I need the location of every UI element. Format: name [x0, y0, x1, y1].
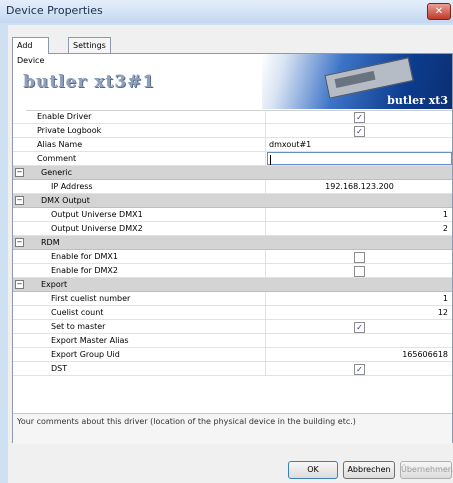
property-row-output-universe-dmx1[interactable]: Output Universe DMX1 1	[13, 208, 452, 222]
property-name: DST	[27, 362, 266, 375]
property-name: Output Universe DMX2	[27, 222, 266, 235]
text-cursor	[270, 154, 271, 165]
tab-settings[interactable]: Settings	[68, 37, 111, 53]
row-gutter	[13, 152, 26, 165]
property-name: IP Address	[27, 180, 266, 193]
row-gutter	[13, 138, 26, 151]
category-dmx-output[interactable]: − DMX Output	[13, 194, 452, 208]
button-bar: OK Abbrechen Übernehmen	[8, 461, 453, 481]
ok-button[interactable]: OK	[288, 461, 338, 479]
comment-input[interactable]	[267, 152, 452, 165]
property-name: Alias Name	[27, 138, 266, 151]
property-value[interactable]: 1	[267, 292, 452, 305]
row-gutter	[13, 110, 26, 123]
property-value[interactable]: 192.168.123.200	[267, 180, 452, 193]
row-gutter	[13, 222, 26, 235]
checkbox-unchecked-icon[interactable]	[354, 265, 365, 277]
close-icon[interactable]: ✕	[427, 3, 451, 20]
property-name: Cuelist count	[27, 306, 266, 319]
property-name: Comment	[27, 152, 266, 165]
property-name: Export Master Alias	[27, 334, 266, 347]
property-grid: Enable Driver ✓ Private Logbook ✓ Alias Name…	[13, 110, 452, 376]
device-name: butler xt3#1	[23, 72, 156, 92]
category-label: Export	[41, 280, 68, 289]
property-row-cuelist-count[interactable]: Cuelist count 12	[13, 306, 452, 320]
property-row-export-group-uid[interactable]: Export Group Uid 165606618	[13, 348, 452, 362]
checkbox-checked-icon[interactable]: ✓	[354, 111, 365, 123]
category-rdm[interactable]: − RDM	[13, 236, 452, 250]
dialog-client-area: Add Device Settings butler xt3#1 butler …	[8, 25, 453, 483]
property-row-export-master-alias[interactable]: Export Master Alias	[13, 334, 452, 348]
row-gutter	[13, 208, 26, 221]
property-row-dst[interactable]: DST ✓	[13, 362, 452, 376]
category-label: DMX Output	[41, 196, 90, 205]
device-properties-window: Device Properties ✕ Add Device Settings …	[0, 0, 453, 483]
row-gutter	[13, 348, 26, 361]
property-checkbox[interactable]: ✓	[267, 124, 452, 137]
category-label: Generic	[41, 168, 73, 177]
property-panel: butler xt3#1 butler xt3 Enable Driver ✓ Pr…	[12, 53, 453, 444]
property-name: Enable Driver	[27, 110, 266, 123]
property-row-output-universe-dmx2[interactable]: Output Universe DMX2 2	[13, 222, 452, 236]
property-row-enable-driver[interactable]: Enable Driver ✓	[13, 110, 452, 124]
device-header: butler xt3#1 butler xt3	[13, 54, 452, 111]
property-name: Enable for DMX2	[27, 264, 266, 277]
property-checkbox[interactable]: ✓	[267, 362, 452, 375]
title-bar[interactable]: Device Properties ✕	[0, 0, 453, 23]
row-gutter	[13, 362, 26, 375]
apply-button[interactable]: Übernehmen	[400, 461, 453, 479]
row-gutter	[13, 124, 26, 137]
property-value[interactable]: 1	[267, 208, 452, 221]
circuit-board-icon	[324, 57, 414, 99]
window-title: Device Properties	[6, 4, 103, 17]
device-banner-image: butler xt3	[262, 54, 452, 109]
description-text: Your comments about this driver (locatio…	[17, 417, 356, 426]
category-export[interactable]: − Export	[13, 278, 452, 292]
checkbox-checked-icon[interactable]: ✓	[354, 321, 365, 333]
property-checkbox[interactable]: ✓	[267, 110, 452, 123]
property-row-first-cuelist-number[interactable]: First cuelist number 1	[13, 292, 452, 306]
row-gutter	[13, 320, 26, 333]
row-gutter	[13, 306, 26, 319]
row-gutter	[13, 180, 26, 193]
property-row-private-logbook[interactable]: Private Logbook ✓	[13, 124, 452, 138]
row-gutter	[13, 264, 26, 277]
property-checkbox[interactable]	[267, 264, 452, 277]
property-name: Output Universe DMX1	[27, 208, 266, 221]
property-value[interactable]: 2	[267, 222, 452, 235]
property-value[interactable]	[267, 334, 452, 347]
property-checkbox[interactable]: ✓	[267, 320, 452, 333]
property-row-enable-for-dmx1[interactable]: Enable for DMX1	[13, 250, 452, 264]
tab-add-device[interactable]: Add Device	[12, 37, 50, 65]
property-row-alias-name[interactable]: Alias Name dmxout#1	[13, 138, 452, 152]
cancel-button[interactable]: Abbrechen	[343, 461, 395, 479]
property-value[interactable]: dmxout#1	[267, 138, 452, 151]
collapse-icon[interactable]: −	[15, 280, 24, 289]
checkbox-checked-icon[interactable]: ✓	[354, 125, 365, 137]
property-value[interactable]: 165606618	[267, 348, 452, 361]
collapse-icon[interactable]: −	[15, 196, 24, 205]
description-pane: Your comments about this driver (locatio…	[13, 413, 452, 444]
property-name: Export Group Uid	[27, 348, 266, 361]
property-row-ip-address[interactable]: IP Address 192.168.123.200	[13, 180, 452, 194]
property-name: First cuelist number	[27, 292, 266, 305]
property-name: Set to master	[27, 320, 266, 333]
checkbox-unchecked-icon[interactable]	[354, 251, 365, 263]
property-name: Private Logbook	[27, 124, 266, 137]
row-gutter	[13, 334, 26, 347]
row-gutter	[13, 250, 26, 263]
row-gutter	[13, 292, 26, 305]
collapse-icon[interactable]: −	[15, 168, 24, 177]
property-row-enable-for-dmx2[interactable]: Enable for DMX2	[13, 264, 452, 278]
category-generic[interactable]: − Generic	[13, 166, 452, 180]
banner-text: butler xt3	[387, 94, 448, 107]
property-name: Enable for DMX1	[27, 250, 266, 263]
collapse-icon[interactable]: −	[15, 238, 24, 247]
property-row-comment[interactable]: Comment	[13, 152, 452, 166]
property-row-set-to-master[interactable]: Set to master ✓	[13, 320, 452, 334]
property-checkbox[interactable]	[267, 250, 452, 263]
checkbox-checked-icon[interactable]: ✓	[354, 363, 365, 375]
property-value[interactable]: 12	[267, 306, 452, 319]
category-label: RDM	[41, 238, 60, 247]
